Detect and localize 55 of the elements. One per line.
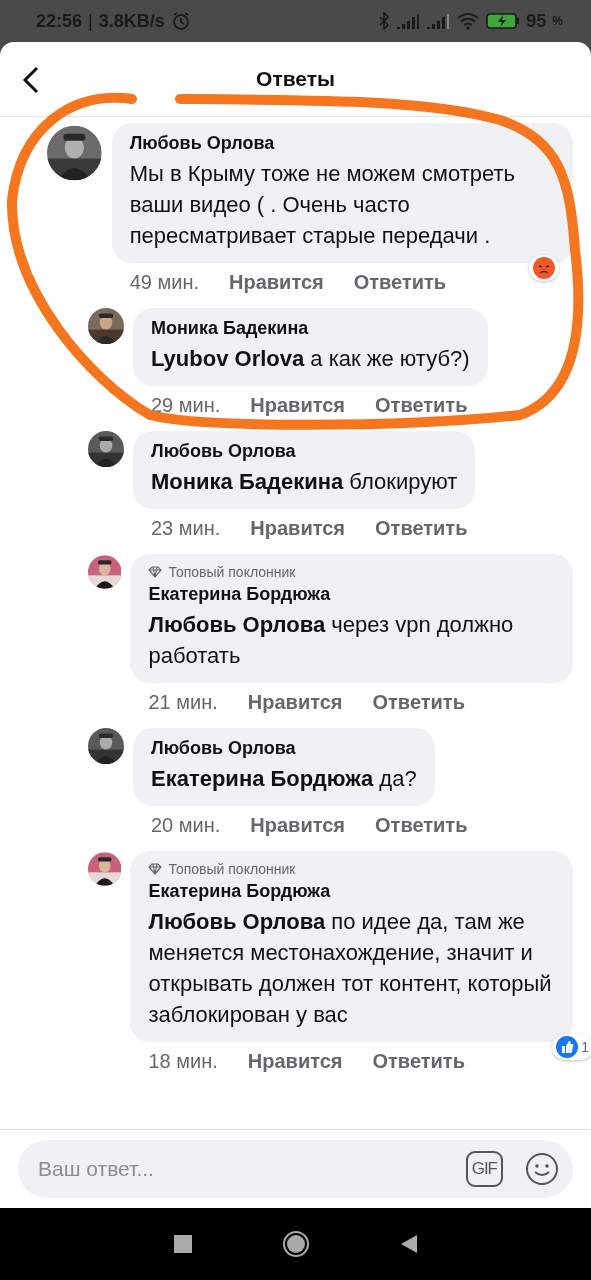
reply-link[interactable]: Ответить xyxy=(372,1050,465,1073)
author-name[interactable]: Любовь Орлова xyxy=(129,133,555,154)
reaction-badge[interactable] xyxy=(529,255,559,281)
recents-icon[interactable] xyxy=(173,1235,192,1253)
smiley-icon[interactable] xyxy=(525,1152,559,1186)
separator-text: | xyxy=(88,10,93,32)
comment-time: 23 мин. xyxy=(151,517,221,540)
thumbs-up-icon xyxy=(556,1036,579,1058)
author-name[interactable]: Любовь Орлова xyxy=(151,441,458,462)
comment-time: 49 мин. xyxy=(129,271,200,294)
badge-label: Топовый поклонник xyxy=(168,564,296,580)
wifi-icon xyxy=(456,12,481,30)
signal-icon xyxy=(396,13,421,29)
comment-time: 29 мин. xyxy=(151,394,221,417)
alarm-icon xyxy=(170,11,191,31)
reaction-badge[interactable]: 1 xyxy=(552,1034,591,1060)
like-link[interactable]: Нравится xyxy=(229,271,324,294)
like-link[interactable]: Нравится xyxy=(247,691,343,714)
badge-label: Топовый поклонник xyxy=(168,861,296,877)
author-name[interactable]: Любовь Орлова xyxy=(151,738,417,759)
like-link[interactable]: Нравится xyxy=(250,517,346,540)
like-link[interactable]: Нравится xyxy=(250,394,346,417)
reply-link[interactable]: Ответить xyxy=(372,691,465,714)
bluetooth-icon xyxy=(378,12,391,30)
diamond-icon xyxy=(148,863,163,875)
reply-link[interactable]: Ответить xyxy=(375,517,468,540)
comment-text: Любовь Орлова по идее да, там же меняется местонахождение, значит и открывать должен тот контент, который заблокирован у вас xyxy=(148,908,553,1029)
reply-link[interactable]: Ответить xyxy=(353,271,447,294)
reply-field[interactable]: Ваш ответ... GIF xyxy=(18,1140,573,1198)
comment-time: 18 мин. xyxy=(148,1050,218,1073)
back-icon[interactable] xyxy=(399,1234,418,1254)
reply-link[interactable]: Ответить xyxy=(375,394,468,417)
signal-icon xyxy=(426,13,451,29)
battery-icon xyxy=(486,12,521,30)
reaction-count: 1 xyxy=(581,1039,589,1055)
comment-text: Мы в Крыму тоже не можем смотреть ваши видео ( . Очень часто пересматривает старые передачи . xyxy=(129,160,516,250)
percent-sign: % xyxy=(552,14,563,28)
gif-button[interactable]: GIF xyxy=(465,1151,503,1187)
page-title: Ответы xyxy=(256,67,335,91)
author-name[interactable]: Моника Бадекина xyxy=(151,318,470,339)
like-link[interactable]: Нравится xyxy=(247,1050,343,1073)
comment-text: Любовь Орлова через vpn должно работать xyxy=(148,611,515,670)
comment-time: 20 мин. xyxy=(151,814,221,837)
like-link[interactable]: Нравится xyxy=(250,814,346,837)
comment-text: Екатерина Бордюжа да? xyxy=(151,765,417,793)
back-icon[interactable] xyxy=(22,66,40,94)
comment-text: Lyubov Orlova а как же ютуб?) xyxy=(151,345,470,373)
author-name[interactable]: Екатерина Бордюжа xyxy=(148,881,555,902)
angry-face-icon xyxy=(533,257,555,279)
author-name[interactable]: Екатерина Бордюжа xyxy=(148,584,555,605)
comment-text: Моника Бадекина блокируют xyxy=(151,468,458,496)
diamond-icon xyxy=(148,566,163,578)
home-icon[interactable] xyxy=(281,1230,310,1258)
reply-link[interactable]: Ответить xyxy=(375,814,468,837)
comment-time: 21 мин. xyxy=(148,691,218,714)
